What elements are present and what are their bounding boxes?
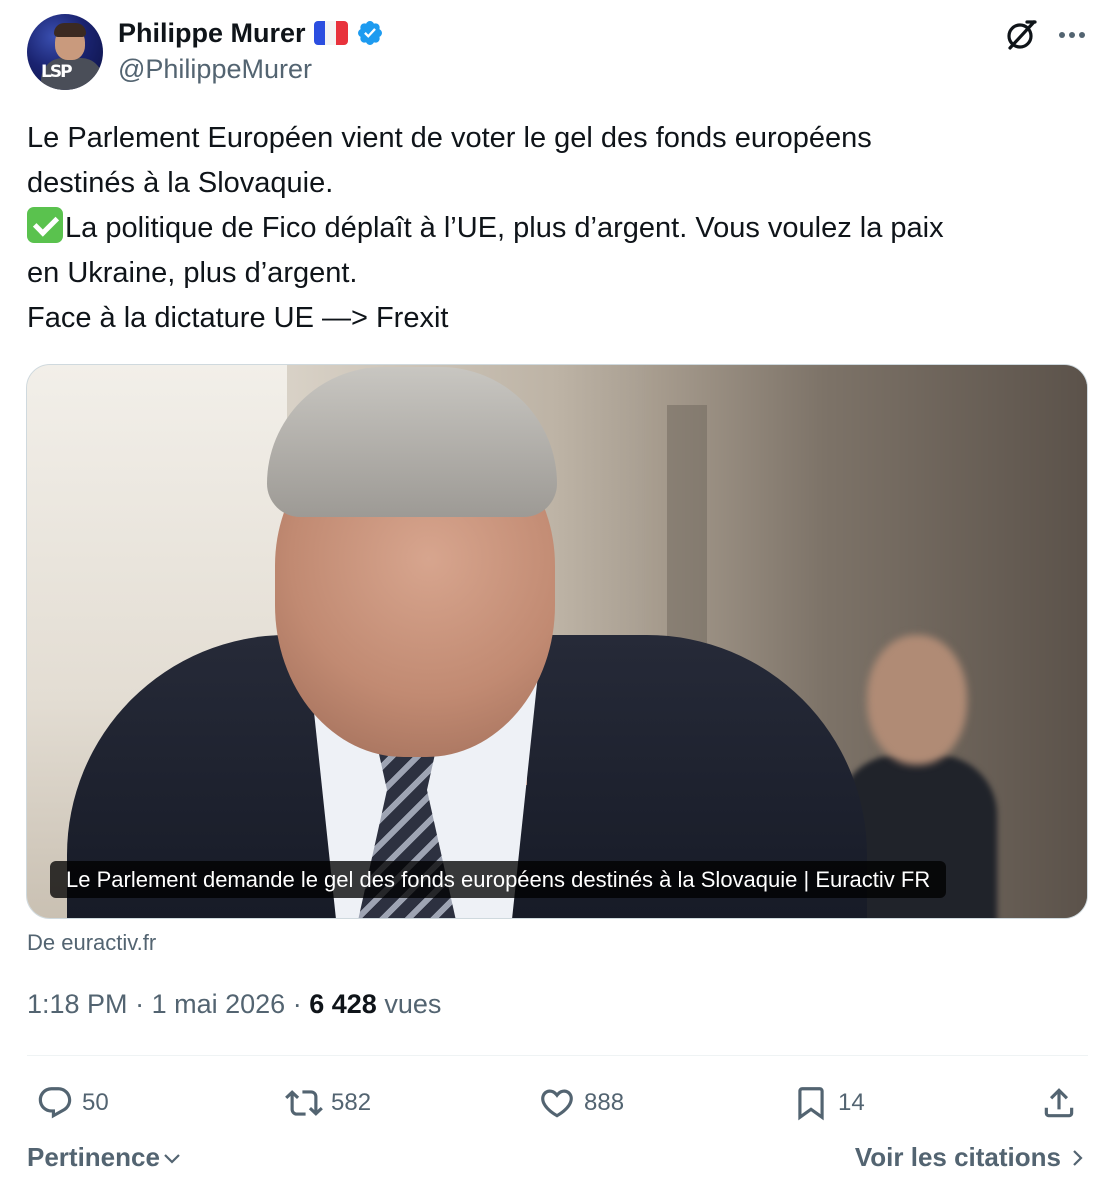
france-flag-icon — [313, 21, 348, 45]
reply-count: 50 — [82, 1089, 109, 1116]
tweet-line: Le Parlement Européen vient de voter le … — [27, 122, 872, 154]
card-caption: Le Parlement demande le gel des fonds eu… — [50, 861, 947, 898]
meta-separator: · — [135, 989, 145, 1019]
tweet-meta: 1:18 PM · 1 mai 2026 · 6 428 vues — [27, 989, 441, 1020]
reply-icon — [38, 1087, 72, 1119]
retweet-icon — [285, 1090, 323, 1116]
tweet-line: en Ukraine, plus d’argent. — [27, 257, 358, 289]
heart-icon — [541, 1089, 573, 1118]
sort-label: Pertinence — [27, 1142, 160, 1172]
author-name-row[interactable]: Philippe Murer — [118, 16, 384, 50]
verified-badge-icon[interactable] — [356, 19, 384, 47]
tweet-line-with-emoji: La politique de Fico déplaît à l’UE, plu… — [27, 206, 1087, 251]
tweet-line: La politique de Fico déplaît à l’UE, plu… — [65, 212, 944, 244]
tweet-line: destinés à la Slovaquie. — [27, 167, 334, 199]
view-quotes-label: Voir les citations — [854, 1142, 1061, 1172]
share-icon — [1044, 1088, 1074, 1118]
check-mark-emoji-icon — [27, 207, 63, 243]
avatar-logo: LSP — [41, 62, 73, 82]
divider — [27, 1055, 1088, 1056]
like-count: 888 — [584, 1089, 625, 1116]
reply-button[interactable]: 50 — [36, 1083, 109, 1123]
display-name[interactable]: Philippe Murer — [118, 18, 306, 49]
tweet-text: Le Parlement Européen vient de voter le … — [27, 116, 1087, 341]
tweet-line: Face à la dictature UE —> Frexit — [27, 302, 449, 334]
tweet: LSP Philippe Murer @PhilippeMurer Le Par… — [0, 0, 1113, 1190]
chevron-right-icon — [1073, 1149, 1083, 1166]
retweet-button[interactable]: 582 — [285, 1083, 371, 1123]
tweet-date[interactable]: 1 mai 2026 — [152, 989, 286, 1019]
bookmark-button[interactable]: 14 — [792, 1083, 865, 1123]
link-card[interactable]: Le Parlement demande le gel des fonds eu… — [26, 364, 1088, 919]
tweet-time[interactable]: 1:18 PM — [27, 989, 128, 1019]
grok-icon[interactable] — [1003, 17, 1039, 53]
view-quotes-link[interactable]: Voir les citations — [855, 1142, 1087, 1173]
author-handle[interactable]: @PhilippeMurer — [118, 54, 312, 85]
share-button[interactable] — [1040, 1083, 1078, 1123]
like-button[interactable]: 888 — [538, 1083, 624, 1123]
retweet-count: 582 — [331, 1089, 372, 1116]
bookmark-icon — [798, 1087, 824, 1121]
chevron-down-icon — [164, 1153, 180, 1164]
views-label: vues — [384, 989, 442, 1019]
avatar[interactable]: LSP — [27, 14, 103, 90]
sort-dropdown[interactable]: Pertinence — [27, 1142, 182, 1173]
views-count: 6 428 — [309, 989, 377, 1019]
card-source[interactable]: De euractiv.fr — [27, 930, 156, 956]
bookmark-count: 14 — [838, 1089, 865, 1116]
more-icon[interactable] — [1055, 20, 1089, 50]
meta-separator: · — [292, 989, 302, 1019]
